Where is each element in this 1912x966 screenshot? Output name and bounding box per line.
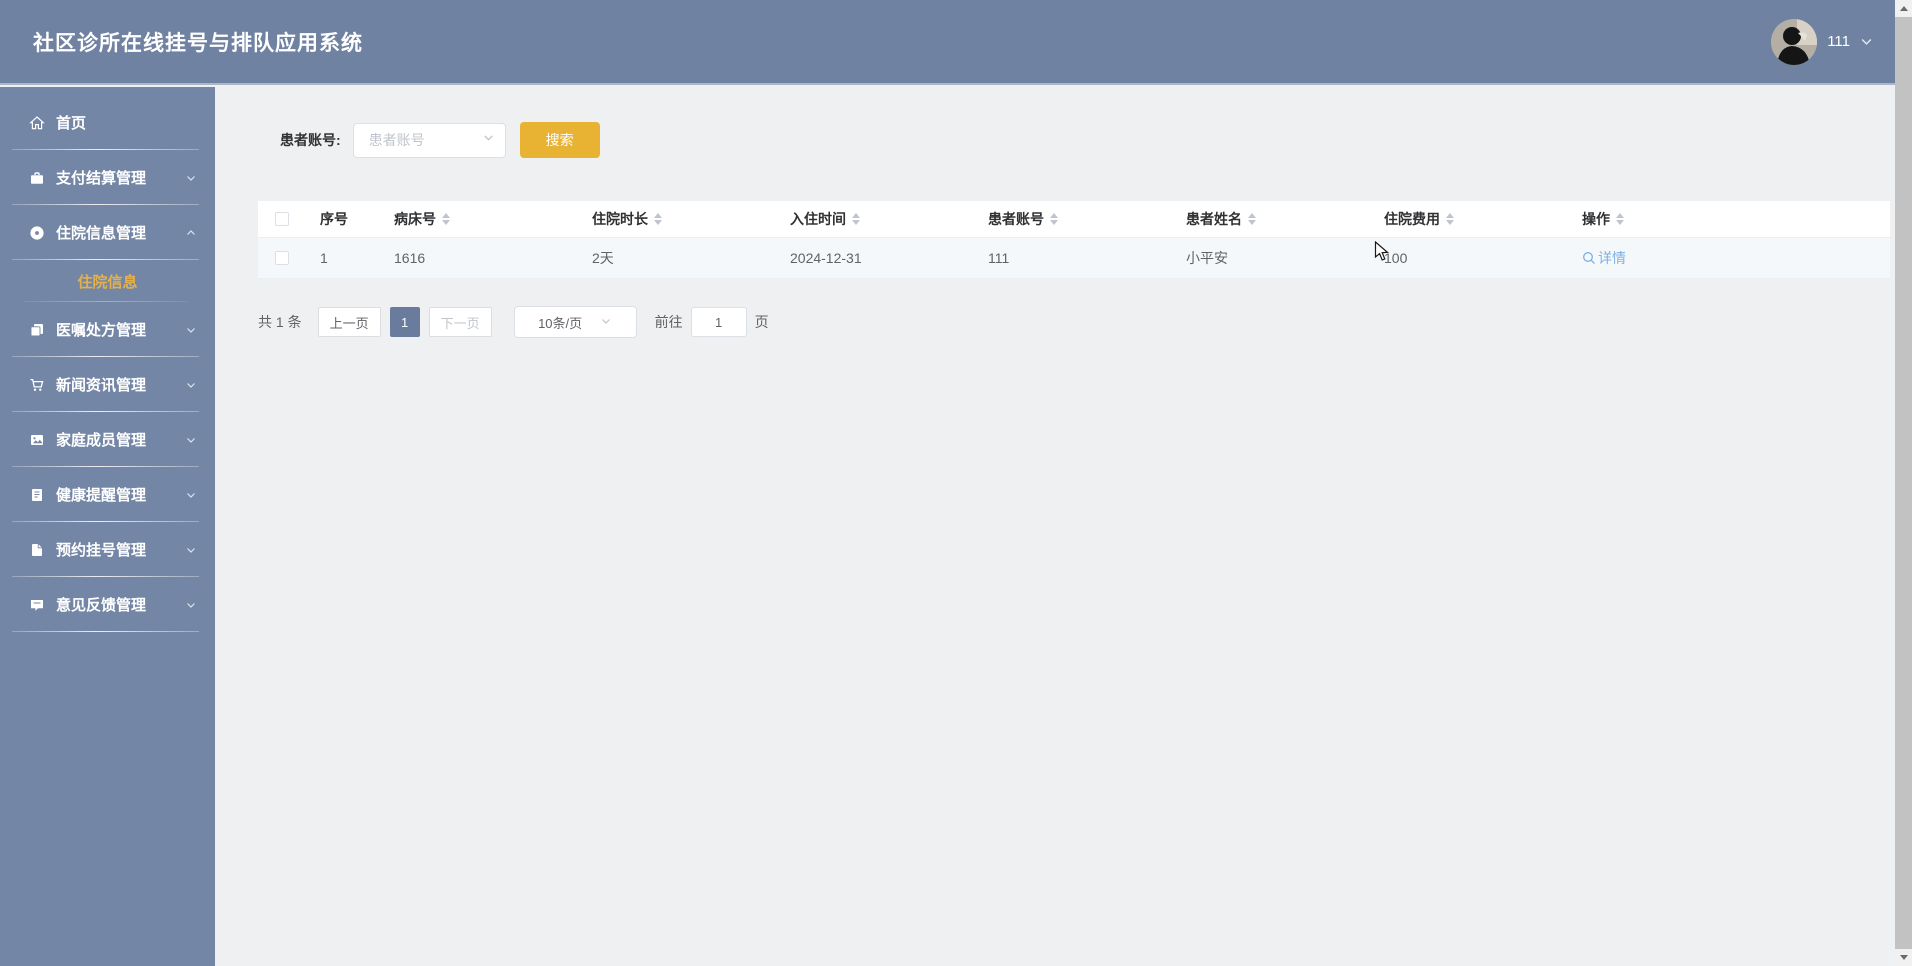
- chevron-down-icon: [185, 172, 197, 184]
- col-header-patient-name[interactable]: 患者姓名: [1172, 209, 1370, 229]
- cell-seq: 1: [320, 250, 328, 266]
- scrollbar-down-arrow-icon[interactable]: [1895, 949, 1912, 966]
- col-header-actions[interactable]: 操作: [1568, 209, 1890, 229]
- sort-icon[interactable]: [1050, 213, 1058, 225]
- sort-icon[interactable]: [1616, 213, 1624, 225]
- sidebar-item-feedback[interactable]: 意见反馈管理: [0, 577, 215, 632]
- cell-patient-name: 小平安: [1186, 250, 1228, 266]
- cart-icon: [28, 376, 45, 393]
- chevron-up-icon: [185, 227, 197, 239]
- row-checkbox-cell: [258, 251, 306, 265]
- sort-icon[interactable]: [442, 213, 450, 225]
- chevron-down-icon: [1860, 35, 1873, 48]
- col-header-seq: 序号: [320, 211, 348, 227]
- chevron-down-icon: [185, 434, 197, 446]
- col-header-fee[interactable]: 住院费用: [1370, 209, 1568, 229]
- goto-label: 前往: [654, 314, 683, 330]
- message-icon: [28, 596, 45, 613]
- prev-page-button[interactable]: 上一页: [317, 307, 381, 337]
- scrollbar[interactable]: [1895, 0, 1912, 966]
- next-page-button[interactable]: 下一页: [428, 307, 492, 337]
- row-checkbox[interactable]: [275, 251, 289, 265]
- cell-bed-no: 1616: [394, 250, 426, 266]
- main-content: 患者账号: 患者账号 搜索 序号 病床号 住院时长 入住时间 患者账号 患者姓名…: [215, 87, 1895, 966]
- page-size-select[interactable]: 10条/页: [513, 306, 637, 338]
- cell-admit-date: 2024-12-31: [790, 250, 862, 266]
- sidebar-item-label: 新闻资讯管理: [56, 377, 147, 394]
- sort-icon[interactable]: [654, 213, 662, 225]
- chevron-down-icon: [482, 131, 495, 149]
- picture-icon: [28, 431, 45, 448]
- sidebar-item-label: 医嘱处方管理: [56, 322, 147, 339]
- chevron-down-icon: [185, 379, 197, 391]
- sidebar-item-home[interactable]: 首页: [0, 95, 215, 150]
- avatar[interactable]: [1771, 18, 1818, 65]
- page-suffix-label: 页: [754, 314, 769, 330]
- goto-page-input[interactable]: [690, 307, 747, 337]
- sidebar-item-family[interactable]: 家庭成员管理: [0, 412, 215, 467]
- sidebar-item-label: 家庭成员管理: [56, 432, 147, 449]
- username-label: 111: [1827, 33, 1850, 50]
- sidebar-item-label: 预约挂号管理: [56, 542, 147, 559]
- sidebar-item-payment[interactable]: 支付结算管理: [0, 150, 215, 205]
- col-header-duration[interactable]: 住院时长: [578, 209, 776, 229]
- col-header-admit-date[interactable]: 入住时间: [776, 209, 974, 229]
- chevron-down-icon: [185, 489, 197, 501]
- col-header-patient-account[interactable]: 患者账号: [974, 209, 1172, 229]
- sidebar-item-inpatient-mgmt[interactable]: 住院信息管理: [0, 205, 215, 260]
- chevron-down-icon: [600, 315, 612, 330]
- cell-actions: 详情: [1568, 248, 1890, 268]
- pagination-total: 共 1 条: [258, 314, 302, 330]
- cell-duration: 2天: [592, 250, 614, 266]
- cell-fee: 100: [1384, 250, 1408, 266]
- scrollbar-up-arrow-icon[interactable]: [1895, 0, 1912, 17]
- table-row: 1 1616 2天 2024-12-31 111 小平安 100 详情: [258, 238, 1890, 279]
- sidebar-item-label: 首页: [56, 115, 87, 132]
- sidebar-nav: 首页 支付结算管理 住院信息管理 住院信息 医嘱处方管理 新闻资讯管理 家庭成员…: [0, 87, 215, 966]
- chevron-down-icon: [185, 544, 197, 556]
- table-header-row: 序号 病床号 住院时长 入住时间 患者账号 患者姓名 住院费用 操作: [258, 201, 1890, 238]
- sidebar-item-health-reminder[interactable]: 健康提醒管理: [0, 467, 215, 522]
- briefcase-icon: [28, 169, 45, 186]
- sidebar-item-label: 意见反馈管理: [56, 597, 147, 614]
- detail-link[interactable]: 详情: [1582, 248, 1626, 268]
- current-page-button[interactable]: 1: [389, 307, 420, 337]
- pagination: 共 1 条 上一页 1 下一页 10条/页 前往 页: [258, 306, 1895, 338]
- sidebar-item-label: 健康提醒管理: [56, 487, 147, 504]
- search-button[interactable]: 搜索: [519, 122, 600, 158]
- file-icon: [28, 541, 45, 558]
- sort-icon[interactable]: [852, 213, 860, 225]
- sidebar-item-label: 住院信息管理: [56, 225, 147, 242]
- select-all-checkbox[interactable]: [275, 212, 289, 226]
- copy-icon: [28, 321, 45, 338]
- cell-patient-account: 111: [988, 250, 1010, 266]
- record-icon: [28, 224, 45, 241]
- sort-icon[interactable]: [1248, 213, 1256, 225]
- chevron-down-icon: [185, 324, 197, 336]
- sidebar-item-prescription[interactable]: 医嘱处方管理: [0, 302, 215, 357]
- inpatient-table: 序号 病床号 住院时长 入住时间 患者账号 患者姓名 住院费用 操作 1 161…: [258, 201, 1890, 279]
- select-placeholder: 患者账号: [368, 132, 425, 148]
- sort-icon[interactable]: [1446, 213, 1454, 225]
- sidebar-subitem-inpatient-info[interactable]: 住院信息: [0, 260, 215, 302]
- col-header-bed-no[interactable]: 病床号: [380, 209, 578, 229]
- patient-account-select[interactable]: 患者账号: [352, 122, 506, 158]
- app-header: 社区诊所在线挂号与排队应用系统 111: [0, 0, 1895, 85]
- header-checkbox-cell: [258, 212, 306, 226]
- home-icon: [28, 114, 45, 131]
- app-title: 社区诊所在线挂号与排队应用系统: [33, 31, 363, 55]
- magnifier-icon: [1582, 251, 1596, 265]
- user-menu[interactable]: 111: [1771, 0, 1873, 83]
- sidebar-item-label: 支付结算管理: [56, 170, 147, 187]
- notebook-icon: [28, 486, 45, 503]
- search-bar: 患者账号: 患者账号 搜索: [258, 122, 1895, 158]
- scrollbar-thumb[interactable]: [1895, 17, 1912, 949]
- sidebar-item-news[interactable]: 新闻资讯管理: [0, 357, 215, 412]
- sidebar-item-appointment[interactable]: 预约挂号管理: [0, 522, 215, 577]
- chevron-down-icon: [185, 599, 197, 611]
- sidebar-subitem-label: 住院信息: [77, 273, 138, 291]
- search-label: 患者账号:: [280, 132, 341, 148]
